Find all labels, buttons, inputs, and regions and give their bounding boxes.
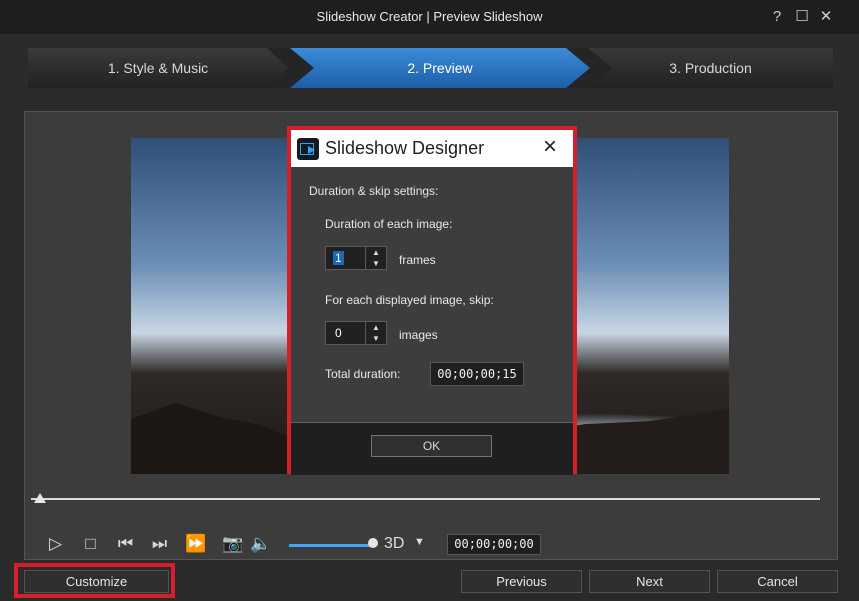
- window-titlebar: Slideshow Creator | Preview Slideshow ? …: [0, 0, 859, 34]
- previous-button[interactable]: Previous: [461, 570, 582, 593]
- increment-icon[interactable]: ▲: [366, 322, 386, 333]
- stop-icon[interactable]: □: [80, 533, 101, 554]
- duration-stepper[interactable]: 1 ▲ ▼: [325, 246, 387, 270]
- skip-stepper[interactable]: 0 ▲ ▼: [325, 321, 387, 345]
- volume-slider[interactable]: [289, 544, 374, 547]
- settings-heading: Duration & skip settings:: [309, 184, 439, 198]
- skip-label: For each displayed image, skip:: [325, 293, 494, 307]
- dialog-close-icon[interactable]: ×: [536, 133, 564, 161]
- cancel-button[interactable]: Cancel: [717, 570, 838, 593]
- fast-forward-icon[interactable]: ⏩: [185, 533, 206, 554]
- duration-value[interactable]: 1: [333, 251, 344, 265]
- wizard-steps: 1. Style & Music 2. Preview 3. Productio…: [28, 48, 833, 88]
- three-d-label[interactable]: 3D: [384, 535, 404, 553]
- volume-knob[interactable]: [368, 538, 378, 548]
- increment-icon[interactable]: ▲: [366, 247, 386, 258]
- total-duration-value: 00;00;00;15: [430, 362, 524, 386]
- dialog-footer: OK: [291, 422, 573, 475]
- step-production[interactable]: 3. Production: [588, 48, 833, 88]
- timeline-track[interactable]: [31, 498, 820, 500]
- next-button[interactable]: Next: [589, 570, 710, 593]
- play-icon[interactable]: ▷: [45, 533, 66, 554]
- next-frame-icon[interactable]: ⏭: [149, 533, 170, 554]
- step-style-music[interactable]: 1. Style & Music: [28, 48, 288, 88]
- customize-highlight: [14, 563, 175, 598]
- duration-stepper-buttons[interactable]: ▲ ▼: [365, 247, 386, 269]
- skip-value[interactable]: 0: [333, 326, 344, 340]
- help-icon[interactable]: ?: [767, 7, 787, 27]
- dialog-title: Slideshow Designer: [325, 138, 485, 158]
- decrement-icon[interactable]: ▼: [366, 258, 386, 269]
- ok-button[interactable]: OK: [371, 435, 492, 457]
- timeline-playhead[interactable]: [34, 493, 46, 503]
- chevron-down-icon[interactable]: ▼: [414, 536, 425, 548]
- previous-frame-icon[interactable]: ⏮: [115, 533, 136, 554]
- window-title: Slideshow Creator | Preview Slideshow: [316, 9, 543, 24]
- volume-icon[interactable]: 🔈: [250, 533, 271, 554]
- dialog-header: Slideshow Designer ×: [291, 130, 573, 167]
- duration-unit: frames: [399, 253, 436, 267]
- slideshow-designer-dialog: Slideshow Designer × Duration & skip set…: [287, 126, 577, 475]
- close-icon[interactable]: ✕: [816, 7, 836, 27]
- playback-timecode: 00;00;00;00: [447, 534, 541, 555]
- slideshow-designer-icon: [297, 138, 319, 160]
- maximize-icon[interactable]: ☐: [792, 7, 812, 27]
- decrement-icon[interactable]: ▼: [366, 333, 386, 344]
- total-duration-label: Total duration:: [325, 367, 401, 381]
- duration-label: Duration of each image:: [325, 217, 453, 231]
- skip-stepper-buttons[interactable]: ▲ ▼: [365, 322, 386, 344]
- snapshot-icon[interactable]: 📷: [222, 533, 243, 554]
- skip-unit: images: [399, 328, 438, 342]
- step-preview[interactable]: 2. Preview: [290, 48, 590, 88]
